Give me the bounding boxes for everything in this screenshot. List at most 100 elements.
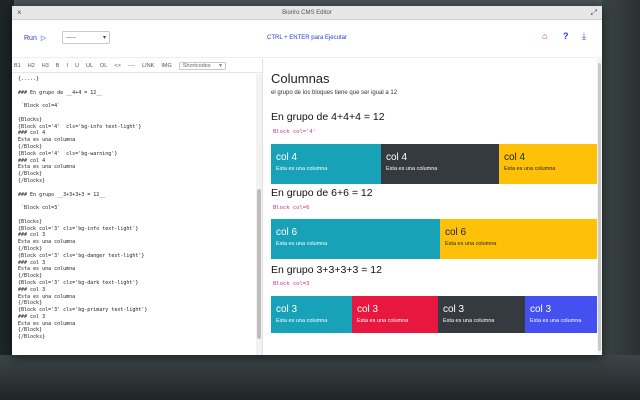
markdown-editor[interactable]: {.....} ### En grupo de __4+4 = 12__ `Blo… xyxy=(12,74,256,355)
editor-scroll-thumb[interactable] xyxy=(257,189,261,339)
column-row: col 6 Esta es una columna col 6 Esta es una… xyxy=(271,219,602,259)
format-link[interactable]: LINK xyxy=(142,63,154,69)
editor-line: Esta es una columna xyxy=(18,293,76,300)
window-title: Bioriro CMS Editor xyxy=(282,10,332,16)
format-ol[interactable]: OL xyxy=(100,63,107,69)
column-title: col 6 xyxy=(276,227,298,238)
editor-line: Esta es una columna xyxy=(18,164,76,171)
column-body: Esta es una columna xyxy=(445,241,497,247)
editor-line: {/Blocks} xyxy=(18,334,46,341)
home-icon[interactable]: ⌂ xyxy=(542,31,547,41)
format-underline[interactable]: U xyxy=(75,63,79,69)
desktop-bottom xyxy=(0,355,640,400)
column-body: Esta es una columna xyxy=(443,318,495,324)
editor-line: `Block col=3` xyxy=(18,205,61,212)
format-code[interactable]: <> xyxy=(114,63,120,69)
column-title: col 3 xyxy=(443,304,465,315)
editor-line: {/Block} xyxy=(18,143,43,150)
editor-line: `Block col=4` xyxy=(18,103,61,110)
run-shortcut-hint: CTRL + ENTER para Ejecutar xyxy=(267,35,347,41)
column-row: col 4 Esta es una columna col 4 Esta es una… xyxy=(271,144,602,184)
format-img[interactable]: IMG xyxy=(161,63,171,69)
editor-line: {/Block} xyxy=(18,245,43,252)
editor-line: Esta es una columna xyxy=(18,239,76,246)
preview-scroll-thumb[interactable] xyxy=(598,63,601,351)
editor-line: {/Block} xyxy=(18,273,43,280)
column-title: col 6 xyxy=(445,227,467,238)
column-block: col 6 Esta es una columna xyxy=(440,219,602,259)
editor-window: × Bioriro CMS Editor ⤢ Run ▷ ----- ▾ CTR… xyxy=(12,6,602,355)
column-block: col 3 Esta es una columna xyxy=(525,296,602,333)
preview-scrollbar[interactable] xyxy=(597,59,602,355)
editor-line: Esta es una columna xyxy=(18,137,76,144)
editor-line: {Block col='3' cls='bg-dark text-light'} xyxy=(18,279,139,286)
editor-format-toolbar: B1 H2 H3 B I U UL OL <> ---- LINK IMG Sh… xyxy=(12,59,262,73)
preview-subtitle: el grupo de los bloques tiene que ser ig… xyxy=(271,90,398,96)
editor-line: {/Block} xyxy=(18,327,43,334)
shortcodes-select[interactable]: Shortcodes ▾ xyxy=(178,61,226,70)
help-icon[interactable]: ? xyxy=(563,31,569,41)
editor-line: {Block col='3' cls='bg-danger text-light… xyxy=(18,252,145,259)
column-body: Esta es una columna xyxy=(357,318,409,324)
column-body: Esta es una columna xyxy=(276,166,328,172)
editor-line: {.....} xyxy=(18,76,40,82)
editor-line: {Block col='4' cls='bg-warning'} xyxy=(18,150,118,157)
group-heading: En grupo de 4+4+4 = 12 xyxy=(271,111,385,123)
format-bold[interactable]: B xyxy=(56,63,60,69)
preview-pane: Columnas el grupo de los bloques tiene q… xyxy=(263,59,602,355)
group-heading: En grupo 3+3+3+3 = 12 xyxy=(271,264,382,276)
column-body: Esta es una columna xyxy=(386,166,438,172)
editor-line: Esta es una columna xyxy=(18,266,76,273)
editor-line: Esta es una columna xyxy=(18,320,76,327)
column-title: col 4 xyxy=(276,152,298,163)
group-code: Block col=3 xyxy=(273,281,310,287)
format-h3[interactable]: H3 xyxy=(42,63,49,69)
expand-icon[interactable]: ⤢ xyxy=(591,8,597,18)
format-italic[interactable]: I xyxy=(66,63,68,69)
group-heading: En grupo de 6+6 = 12 xyxy=(271,187,373,199)
column-title: col 3 xyxy=(357,304,379,315)
column-body: Esta es una columna xyxy=(504,166,556,172)
editor-line: ### col 4 xyxy=(18,157,46,164)
editor-line: ### En grupo __3+3+3+3 = 12__ xyxy=(18,191,106,198)
editor-line: ### col 3 xyxy=(18,259,46,266)
editor-line: ### col 4 xyxy=(18,130,46,137)
column-title: col 3 xyxy=(276,304,298,315)
column-block: col 4 Esta es una columna xyxy=(271,144,381,184)
column-body: Esta es una columna xyxy=(276,318,328,324)
column-block: col 3 Esta es una columna xyxy=(438,296,525,333)
format-ul[interactable]: UL xyxy=(86,63,93,69)
editor-line: {/Blocks} xyxy=(18,177,46,184)
column-row: col 3 Esta es una columna col 3 Esta es una… xyxy=(271,296,602,333)
column-title: col 4 xyxy=(504,152,526,163)
editor-line: ### col 3 xyxy=(18,232,46,239)
column-block: col 4 Esta es una columna xyxy=(499,144,602,184)
format-h2[interactable]: H2 xyxy=(28,63,35,69)
editor-line: ### col 3 xyxy=(18,286,46,293)
download-icon[interactable]: ⤓ xyxy=(582,31,586,42)
editor-line: {/Block} xyxy=(18,171,43,178)
editor-line: {Blocks} xyxy=(18,218,43,225)
desktop-right-edge xyxy=(602,0,640,400)
editor-line: {Blocks} xyxy=(18,116,43,123)
editor-line: ### En grupo de __4+4 = 12__ xyxy=(18,89,103,96)
column-block: col 4 Esta es una columna xyxy=(381,144,499,184)
column-title: col 3 xyxy=(530,304,552,315)
format-hr[interactable]: ---- xyxy=(128,63,135,69)
editor-line: ### col 3 xyxy=(18,313,46,320)
group-code: Block col='4' xyxy=(273,129,317,135)
editor-line: {Block col='4' cls='bg-info text-light'} xyxy=(18,123,142,130)
editor-line: {Block col='3' cls='bg-info text-light'} xyxy=(18,225,139,232)
editor-line: {Block col='3' cls='bg-primary text-ligh… xyxy=(18,307,148,314)
format-b1[interactable]: B1 xyxy=(14,63,21,69)
preview-title: Columnas xyxy=(271,71,330,86)
group-code: Block col=6 xyxy=(273,205,310,211)
column-block: col 6 Esta es una columna xyxy=(271,219,440,259)
column-body: Esta es una columna xyxy=(530,318,582,324)
